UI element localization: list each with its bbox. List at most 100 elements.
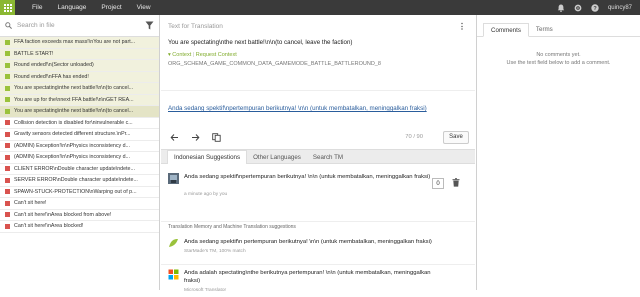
string-list-item[interactable]: You are spectating\nthe next battle!\n\n… xyxy=(0,83,159,95)
status-indicator xyxy=(5,200,10,206)
divider xyxy=(161,264,475,265)
string-list-item[interactable]: SERVER ERROR\nDouble character update\nd… xyxy=(0,175,159,187)
empty-comments: No comments yet. Use the text field belo… xyxy=(477,51,640,67)
string-text: You are spectating\nthe next battle!\n\n… xyxy=(14,85,134,92)
string-text: BATTLE START! xyxy=(14,50,54,57)
bell-icon[interactable] xyxy=(557,4,565,12)
status-indicator xyxy=(5,39,10,45)
save-button[interactable]: Save xyxy=(443,130,469,144)
string-list-item[interactable]: Round ended!\nFFA has ended! xyxy=(0,71,159,83)
status-indicator xyxy=(5,212,10,218)
mt-suggestion-item[interactable]: Anda adalah spectating\nthe berikutnya p… xyxy=(168,269,468,297)
string-list-item[interactable]: Collision detection is disabled for\ninv… xyxy=(0,118,159,129)
menu-project[interactable]: Project xyxy=(101,4,121,11)
status-indicator xyxy=(5,97,10,103)
status-indicator xyxy=(5,108,10,114)
string-text: Can't sit here!\nArea blocked! xyxy=(14,223,84,230)
more-options-icon[interactable]: ⋮ xyxy=(458,22,466,31)
tm-suggestion-text: Anda sedang spektif\n pertempuran beriku… xyxy=(184,239,432,245)
suggestion-text: Anda sedang spektif\npertempuran berikut… xyxy=(184,174,431,180)
string-text: (ADMIN) Exception!\n\nPhysics inconsiste… xyxy=(14,142,130,149)
vote-count[interactable]: 0 xyxy=(432,178,444,189)
search-input[interactable]: Search in file xyxy=(17,22,55,29)
status-indicator xyxy=(5,177,10,183)
status-indicator xyxy=(5,154,10,160)
tm-suggestion-item[interactable]: Anda sedang spektif\n pertempuran beriku… xyxy=(168,238,468,266)
string-list-item[interactable]: Can't sit here! xyxy=(0,198,159,210)
request-context-link[interactable]: Request Context xyxy=(196,52,237,58)
string-text: Round ended!\n(Sector unloaded) xyxy=(14,62,94,69)
tab-other-languages[interactable]: Other Languages xyxy=(247,150,307,165)
string-text: FFA faction exceeds max mass!\nYou are n… xyxy=(14,39,136,46)
apps-grid-icon[interactable] xyxy=(0,0,15,15)
menu-file[interactable]: File xyxy=(32,4,42,11)
tm-suggestion-meta: StarMade's TM, 100% match xyxy=(184,249,246,254)
string-list-item[interactable]: Can't sit here!\nArea blocked from above… xyxy=(0,210,159,221)
arrow-left-icon[interactable] xyxy=(170,133,179,142)
mt-suggestion-meta: Microsoft Translator xyxy=(184,288,227,293)
right-tabs: Comments Terms xyxy=(477,15,640,37)
context-toggle[interactable]: ▾ Context xyxy=(168,52,191,58)
editor-toolbar: 70 / 90 Save xyxy=(161,126,475,148)
status-indicator xyxy=(5,223,10,229)
string-text: CLIENT ERROR\nDouble character update\nd… xyxy=(14,165,135,172)
source-text: You are spectating\nthe next battle!\n\n… xyxy=(168,39,353,46)
tab-terms[interactable]: Terms xyxy=(529,22,560,36)
string-list-item[interactable]: Can't sit here!\nArea blocked! xyxy=(0,221,159,233)
top-bar: File Language Project View ? quincy87 xyxy=(0,0,640,15)
no-comments-text: No comments yet. xyxy=(536,52,581,58)
string-list-item[interactable]: You are up for the\nnext FFA battle!\n\n… xyxy=(0,94,159,106)
mt-suggestion-text: Anda adalah spectating\nthe berikutnya p… xyxy=(184,270,431,284)
help-icon[interactable]: ? xyxy=(591,3,599,12)
string-list: FFA faction exceeds max mass!\nYou are n… xyxy=(0,37,159,233)
status-indicator xyxy=(5,166,10,172)
status-indicator xyxy=(5,74,10,80)
string-text: Can't sit here! xyxy=(14,200,47,207)
main-menu: File Language Project View xyxy=(32,4,166,11)
string-list-item[interactable]: (ADMIN) Exception!\n\nPhysics inconsiste… xyxy=(0,141,159,152)
starmade-tm-icon xyxy=(169,239,178,247)
trash-icon[interactable] xyxy=(452,178,460,187)
gear-icon[interactable] xyxy=(574,4,582,12)
status-indicator xyxy=(5,143,10,149)
menu-view[interactable]: View xyxy=(137,4,151,11)
copy-source-icon[interactable] xyxy=(212,132,221,142)
string-list-item[interactable]: BATTLE START! xyxy=(0,48,159,60)
username[interactable]: quincy87 xyxy=(608,5,632,11)
string-list-item[interactable]: CLIENT ERROR\nDouble character update\nd… xyxy=(0,164,159,175)
string-text: You are spectating\nthe next battle!\n\n… xyxy=(14,108,134,115)
context-id: ORG_SCHEMA_GAME_COMMON_DATA_GAMEMODE_BAT… xyxy=(168,61,381,67)
string-text: Gravity sensors detected different struc… xyxy=(14,131,131,138)
string-list-item[interactable]: FFA faction exceeds max mass!\nYou are n… xyxy=(0,37,159,49)
tab-search-tm[interactable]: Search TM xyxy=(307,150,349,165)
string-list-item[interactable]: SPAWN-STUCK-PROTECTION\nWarping out of p… xyxy=(0,187,159,198)
translation-text[interactable]: Anda sedang spektif\npertempuran berikut… xyxy=(168,105,468,112)
string-text: Collision detection is disabled for\ninv… xyxy=(14,119,133,126)
search-bar: Search in file xyxy=(0,15,159,37)
menu-language[interactable]: Language xyxy=(57,4,86,11)
status-indicator xyxy=(5,51,10,57)
suggestions-area: Anda sedang spektif\npertempuran berikut… xyxy=(161,165,475,293)
tab-comments[interactable]: Comments xyxy=(483,23,529,37)
status-indicator xyxy=(5,189,10,195)
microsoft-translator-icon xyxy=(168,269,179,280)
string-text: SERVER ERROR\nDouble character update\nd… xyxy=(14,177,138,184)
filter-icon[interactable] xyxy=(145,21,154,30)
arrow-right-icon[interactable] xyxy=(191,133,200,142)
string-list-item[interactable]: Gravity sensors detected different struc… xyxy=(0,129,159,141)
tm-section-label: Translation Memory and Machine Translati… xyxy=(168,224,296,230)
status-indicator xyxy=(5,120,10,126)
tab-indonesian-suggestions[interactable]: Indonesian Suggestions xyxy=(167,150,248,164)
string-list-item[interactable]: Round ended!\n(Sector unloaded) xyxy=(0,60,159,72)
string-list-item[interactable]: You are spectating\nthe next battle!\n\n… xyxy=(0,106,159,118)
status-indicator xyxy=(5,131,10,137)
string-list-item[interactable]: (ADMIN) Exception!\n\nPhysics inconsiste… xyxy=(0,152,159,164)
char-count: 70 / 90 xyxy=(405,134,423,140)
suggestion-item[interactable]: Anda sedang spektif\npertempuran berikut… xyxy=(168,173,468,213)
status-indicator xyxy=(5,85,10,91)
avatar xyxy=(168,173,179,184)
comment-hint-text: Use the text field below to add a commen… xyxy=(506,60,611,66)
status-indicator xyxy=(5,62,10,68)
source-header: Text for Translation xyxy=(168,22,223,30)
suggestion-tabs: Indonesian Suggestions Other Languages S… xyxy=(161,149,475,164)
